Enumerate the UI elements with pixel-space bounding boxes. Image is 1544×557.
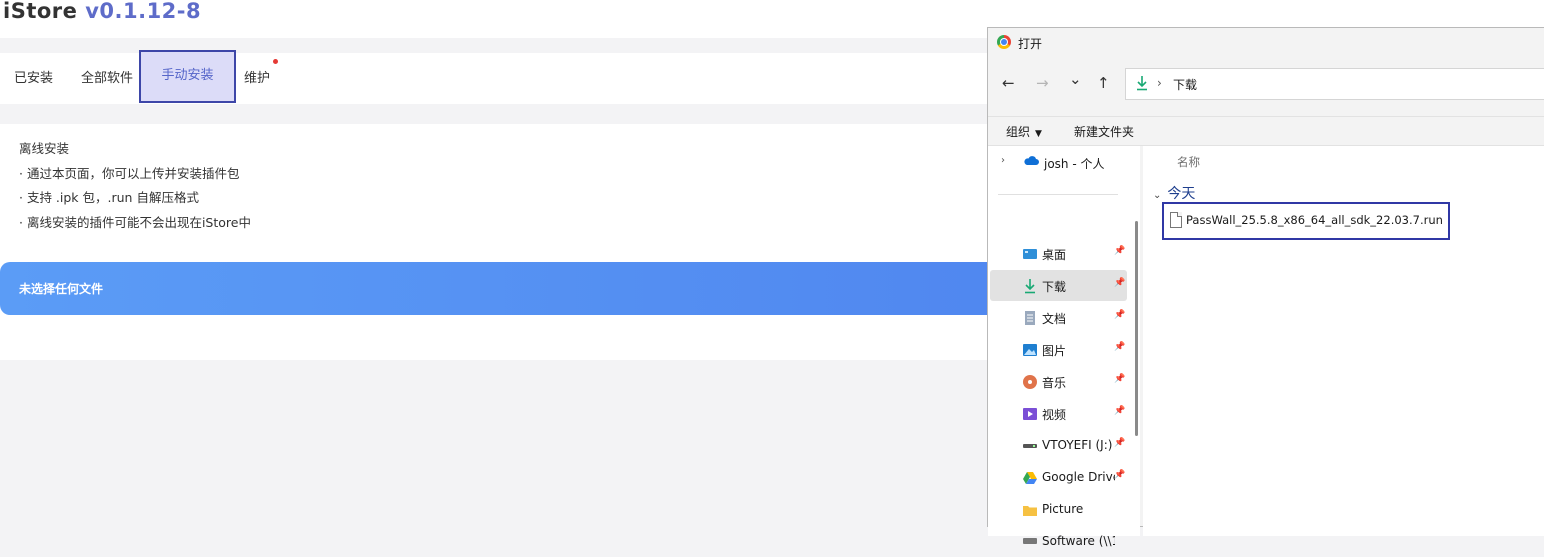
group-label: 今天 bbox=[1167, 186, 1196, 202]
pin-icon: 📌 bbox=[1114, 310, 1126, 320]
download-icon bbox=[1025, 279, 1035, 294]
pin-icon: 📌 bbox=[1114, 342, 1126, 352]
sidebar-item-label: 桌面 bbox=[1042, 248, 1067, 262]
file-name: PassWall_25.5.8_x86_64_all_sdk_22.03.7.r… bbox=[1186, 213, 1443, 227]
open-file-dialog: 打开 ← → ⌄ ↑ › 下载 组织 ▼ 新建文件夹 › josh - 个人 桌面… bbox=[987, 27, 1544, 548]
dialog-titlebar: 打开 bbox=[988, 28, 1544, 58]
upload-status-label: 未选择任何文件 bbox=[19, 282, 104, 296]
sidebar-item-label: 图片 bbox=[1042, 344, 1067, 358]
sidebar-item-software[interactable]: Software (\\19 bbox=[990, 526, 1127, 557]
breadcrumb-separator: › bbox=[1157, 76, 1162, 90]
tab-all-software[interactable]: 全部软件 bbox=[81, 53, 133, 104]
breadcrumb-downloads[interactable]: 下载 bbox=[1173, 76, 1197, 93]
sidebar-item-pictures[interactable]: 图片 📌 bbox=[990, 334, 1127, 365]
document-icon bbox=[1025, 311, 1035, 325]
navigation-scrollbar[interactable] bbox=[1135, 221, 1138, 436]
address-bar[interactable]: › 下载 bbox=[1125, 68, 1544, 100]
desktop-icon bbox=[1023, 249, 1037, 259]
sidebar-item-vtoyefi[interactable]: VTOYEFI (J:) 📌 bbox=[990, 430, 1127, 461]
offline-info: 离线安装 · 通过本页面，你可以上传并安装插件包 · 支持 .ipk 包，.ru… bbox=[19, 140, 251, 238]
sidebar-item-label: 视频 bbox=[1042, 408, 1067, 422]
sidebar-item-music[interactable]: 音乐 📌 bbox=[990, 366, 1127, 397]
sidebar-item-label: Software (\\19 bbox=[1042, 534, 1115, 548]
file-list-pane: 名称 ⌄ 今天 PassWall_25.5.8_x86_64_all_sdk_22… bbox=[1143, 146, 1544, 536]
expand-chevron-icon: › bbox=[1001, 155, 1005, 166]
sidebar-item-label: 文档 bbox=[1042, 312, 1067, 326]
sidebar-item-label: VTOYEFI (J:) bbox=[1042, 438, 1113, 452]
file-upload-button[interactable]: 未选择任何文件 bbox=[0, 262, 1100, 315]
tab-manual-install[interactable]: 手动安装 bbox=[139, 50, 236, 103]
sidebar-item-label: 下载 bbox=[1042, 280, 1067, 294]
dialog-title: 打开 bbox=[1018, 37, 1043, 51]
back-icon[interactable]: ← bbox=[1002, 74, 1015, 92]
pin-icon: 📌 bbox=[1114, 278, 1126, 288]
chevron-down-icon: ⌄ bbox=[1153, 190, 1162, 201]
offline-title: 离线安装 bbox=[19, 141, 70, 156]
offline-line: · 支持 .ipk 包，.run 自解压格式 bbox=[19, 190, 199, 205]
tab-installed[interactable]: 已安装 bbox=[14, 53, 53, 104]
download-icon bbox=[1137, 76, 1147, 91]
network-drive-icon bbox=[1023, 538, 1037, 544]
app-title: iStore v0.1.12-8 bbox=[3, 0, 201, 23]
sidebar-item-label: Google Drive bbox=[1042, 470, 1115, 484]
sidebar-item-videos[interactable]: 视频 📌 bbox=[990, 398, 1127, 429]
folder-icon bbox=[1023, 506, 1037, 516]
app-name: iStore bbox=[3, 0, 78, 23]
sidebar-item-label: 音乐 bbox=[1042, 376, 1067, 390]
google-drive-icon bbox=[1023, 472, 1037, 484]
caret-down-icon: ▼ bbox=[1035, 129, 1042, 139]
notification-dot bbox=[273, 59, 278, 64]
music-icon bbox=[1023, 375, 1037, 389]
navigation-pane: › josh - 个人 桌面 📌 下载 📌 文档 📌 图片 📌 音乐 📌 视频 … bbox=[988, 146, 1140, 548]
pin-icon: 📌 bbox=[1114, 406, 1126, 416]
organize-label: 组织 bbox=[1006, 125, 1031, 139]
pin-icon: 📌 bbox=[1114, 246, 1126, 256]
sidebar-item-picture-folder[interactable]: Picture bbox=[990, 494, 1127, 525]
command-bar: 组织 ▼ 新建文件夹 bbox=[988, 116, 1544, 146]
organize-button[interactable]: 组织 ▼ bbox=[1006, 123, 1042, 140]
sidebar-item-downloads[interactable]: 下载 📌 bbox=[990, 270, 1127, 301]
recent-locations-icon[interactable]: ⌄ bbox=[1069, 70, 1082, 88]
tab-maintenance[interactable]: 维护 bbox=[244, 53, 270, 104]
group-header-today[interactable]: ⌄ 今天 bbox=[1153, 183, 1195, 203]
forward-icon[interactable]: → bbox=[1036, 74, 1049, 92]
drive-icon bbox=[1023, 444, 1037, 448]
sidebar-item-documents[interactable]: 文档 📌 bbox=[990, 302, 1127, 333]
new-folder-button[interactable]: 新建文件夹 bbox=[1074, 123, 1134, 140]
sidebar-divider bbox=[998, 194, 1118, 195]
video-icon bbox=[1023, 408, 1037, 420]
pin-icon: 📌 bbox=[1114, 470, 1126, 480]
pin-icon: 📌 bbox=[1114, 374, 1126, 384]
app-version: v0.1.12-8 bbox=[85, 0, 202, 23]
file-icon bbox=[1170, 212, 1182, 228]
column-header-name[interactable]: 名称 bbox=[1177, 154, 1200, 170]
offline-line: · 通过本页面，你可以上传并安装插件包 bbox=[19, 165, 240, 181]
sidebar-item-google-drive[interactable]: Google Drive 📌 bbox=[990, 462, 1127, 493]
chrome-icon bbox=[997, 35, 1011, 49]
sidebar-item-onedrive[interactable]: › josh - 个人 bbox=[990, 152, 1127, 174]
pictures-icon bbox=[1023, 344, 1037, 356]
sidebar-item-label: josh - 个人 bbox=[1044, 157, 1105, 171]
offline-line: · 离线安装的插件可能不会出现在iStore中 bbox=[19, 214, 251, 230]
pin-icon: 📌 bbox=[1114, 438, 1126, 448]
onedrive-cloud-icon bbox=[1024, 156, 1039, 165]
sidebar-item-desktop[interactable]: 桌面 📌 bbox=[990, 238, 1127, 269]
file-item[interactable]: PassWall_25.5.8_x86_64_all_sdk_22.03.7.r… bbox=[1162, 202, 1450, 240]
up-folder-icon[interactable]: ↑ bbox=[1097, 74, 1110, 92]
